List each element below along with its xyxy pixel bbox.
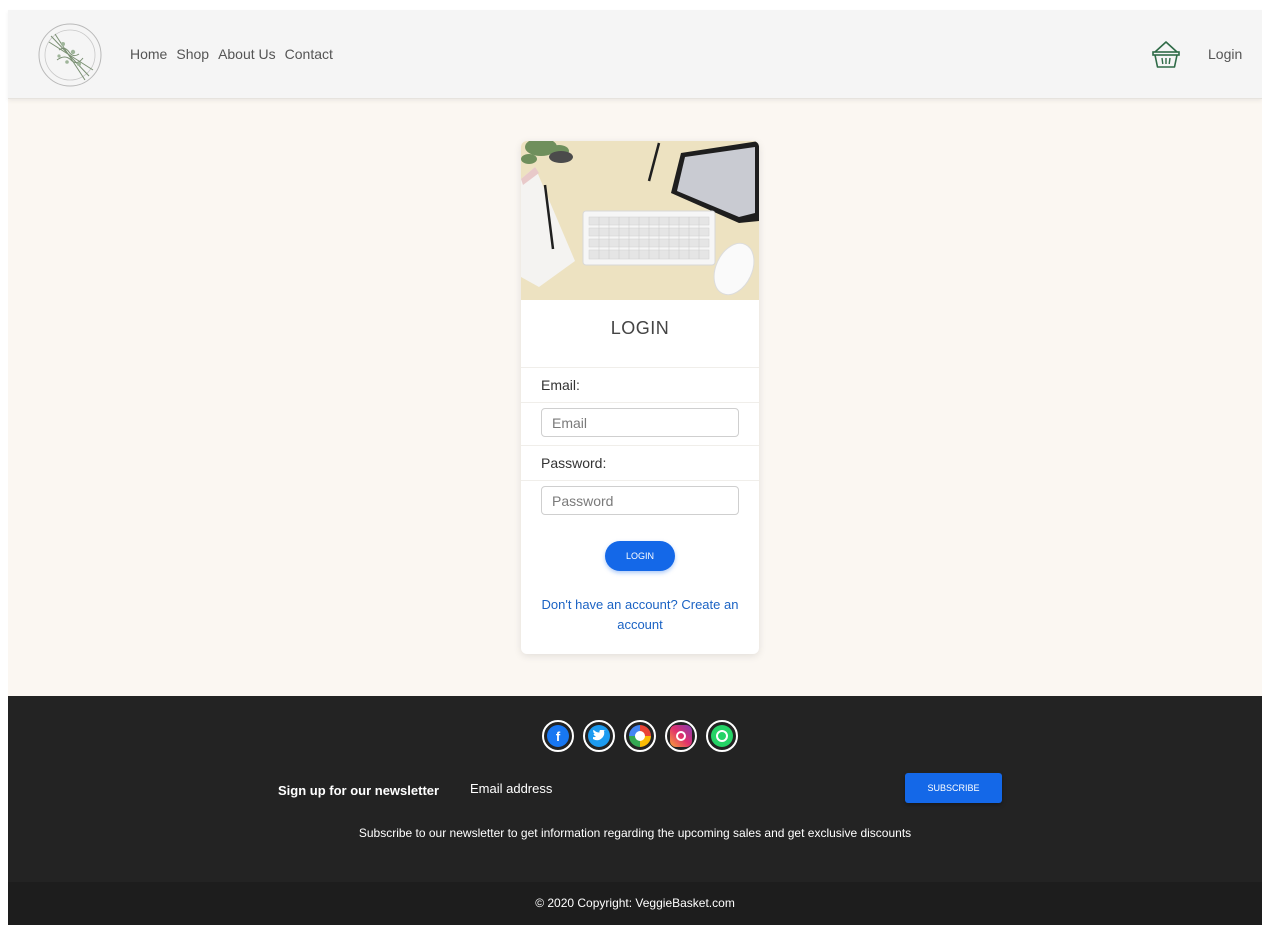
- login-card: LOGIN Email: Password: LOGIN Don't have …: [521, 141, 759, 654]
- page: Home Shop About Us Contact Login LOGIN E…: [8, 10, 1262, 925]
- newsletter-email-field[interactable]: Email address: [470, 781, 552, 796]
- google-icon[interactable]: [624, 720, 656, 752]
- email-label: Email:: [541, 377, 580, 393]
- main-nav: Home Shop About Us Contact: [130, 46, 333, 62]
- instagram-icon[interactable]: [665, 720, 697, 752]
- twitter-icon[interactable]: [583, 720, 615, 752]
- nav-shop[interactable]: Shop: [176, 46, 209, 62]
- newsletter-label: Sign up for our newsletter: [278, 783, 440, 798]
- copyright-bar: © 2020 Copyright: VeggieBasket.com: [8, 882, 1262, 925]
- nav-about-us[interactable]: About Us: [218, 46, 276, 62]
- subscribe-button[interactable]: SUBSCRIBE: [905, 773, 1002, 803]
- nav-contact[interactable]: Contact: [285, 46, 333, 62]
- veggie-basket-logo[interactable]: [37, 22, 103, 88]
- whatsapp-icon[interactable]: [706, 720, 738, 752]
- facebook-icon[interactable]: f: [542, 720, 574, 752]
- newsletter-description: Subscribe to our newsletter to get infor…: [358, 826, 912, 840]
- login-title: LOGIN: [610, 318, 670, 338]
- social-links: f: [542, 720, 738, 752]
- nav-home[interactable]: Home: [130, 46, 167, 62]
- login-button[interactable]: LOGIN: [605, 541, 675, 571]
- copyright-text: © 2020 Copyright: VeggieBasket.com: [535, 896, 735, 910]
- navbar: Home Shop About Us Contact Login: [8, 10, 1262, 99]
- footer: f Sign up for our newsletter Email addre…: [8, 696, 1262, 925]
- create-account-link[interactable]: Don't have an account? Create an account: [541, 595, 739, 635]
- password-label: Password:: [541, 455, 607, 471]
- password-input[interactable]: [541, 486, 739, 515]
- email-input[interactable]: [541, 408, 739, 437]
- desk-keyboard-image: [521, 141, 759, 300]
- basket-icon[interactable]: [1152, 40, 1180, 70]
- header-login-link[interactable]: Login: [1208, 46, 1242, 62]
